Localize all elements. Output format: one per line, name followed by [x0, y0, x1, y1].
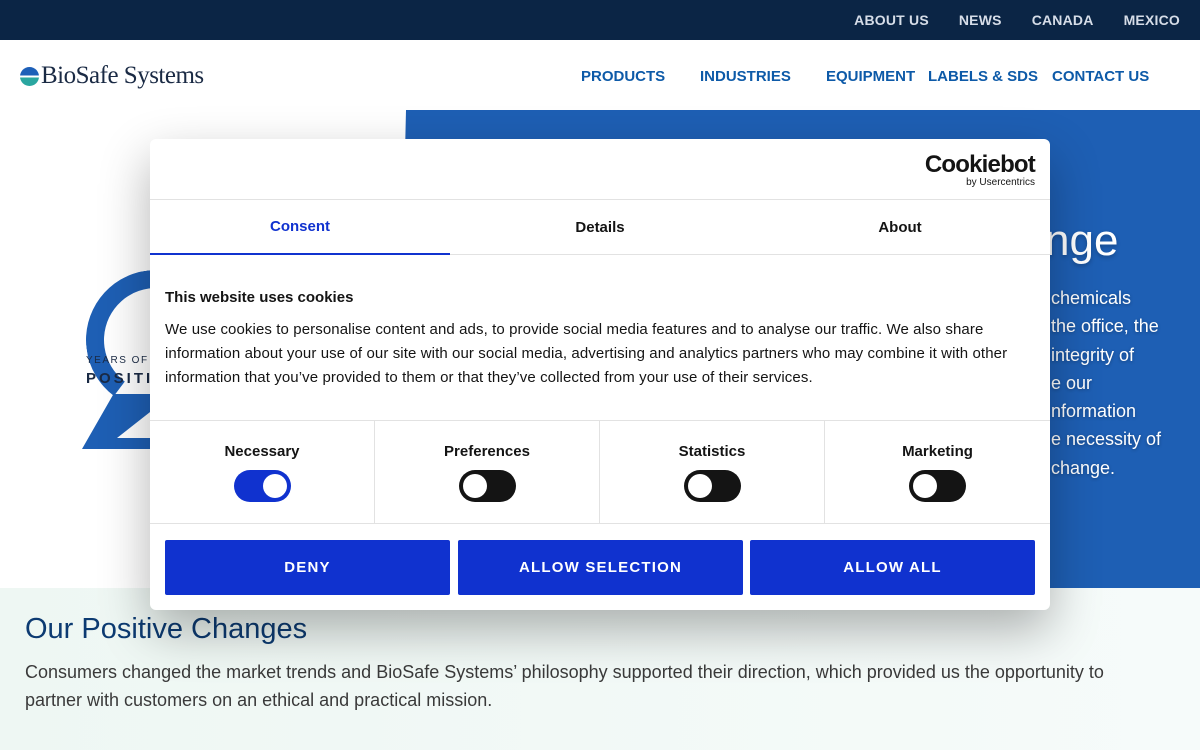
nav-equipment[interactable]: EQUIPMENT: [826, 68, 915, 85]
hero-paragraph-line: integrity of: [1051, 344, 1135, 365]
necessary-toggle[interactable]: [233, 470, 291, 502]
hero-paragraph-line: e necessity of: [1051, 429, 1162, 450]
cookiebot-brand-name: Cookiebot: [924, 151, 1036, 178]
hero-paragraph-line: chemicals: [1051, 288, 1132, 308]
statistics-toggle[interactable]: [683, 470, 741, 502]
preferences-toggle[interactable]: [458, 470, 516, 502]
tab-details[interactable]: Details: [450, 200, 750, 255]
anniversary-badge-numeral: [82, 394, 152, 449]
nav-contact-us[interactable]: CONTACT US: [1052, 68, 1149, 85]
category-necessary: Necessary: [150, 421, 375, 523]
category-label: Statistics: [678, 443, 746, 460]
category-statistics: Statistics: [600, 421, 825, 523]
cookiebot-brand-sub: by Usercentrics: [966, 177, 1035, 188]
hero-paragraph-line: nformation: [1051, 401, 1137, 422]
topbar-link-news[interactable]: NEWS: [959, 12, 1002, 28]
category-preferences: Preferences: [375, 421, 600, 523]
consent-categories: Necessary Preferences Statistics Marketi…: [150, 420, 1050, 524]
category-marketing: Marketing: [825, 421, 1050, 523]
utility-bar: ABOUT US NEWS CANADA MEXICO: [0, 0, 1200, 40]
toggle-knob: [462, 474, 487, 498]
anniversary-badge-line1: YEARS OF: [86, 355, 149, 366]
nav-products[interactable]: PRODUCTS: [581, 68, 665, 85]
hero-paragraph: chemicals the office, the integrity of e…: [1051, 284, 1191, 482]
topbar-link-canada[interactable]: CANADA: [1032, 12, 1094, 28]
hero-paragraph-line: e our: [1051, 372, 1093, 393]
allow-all-button[interactable]: ALLOW ALL: [750, 540, 1035, 595]
section-paragraph: Consumers changed the market trends and …: [25, 662, 1104, 710]
toggle-knob: [262, 474, 287, 498]
dialog-tabs: Consent Details About: [150, 199, 1050, 255]
tab-about[interactable]: About: [750, 200, 1050, 255]
toggle-knob: [687, 474, 712, 498]
anniversary-badge-line2: POSITI: [86, 370, 154, 387]
nav-industries[interactable]: INDUSTRIES: [700, 68, 791, 85]
site-header: BioSafe Systems PRODUCTS INDUSTRIES EQUI…: [0, 40, 1200, 110]
allow-selection-button[interactable]: ALLOW SELECTION: [458, 540, 743, 595]
section-heading: Our Positive Changes: [25, 613, 308, 645]
hero-paragraph-line: change.: [1051, 457, 1116, 478]
dialog-description: We use cookies to personalise content an…: [165, 321, 1008, 386]
main-nav: PRODUCTS INDUSTRIES EQUIPMENT LABELS & S…: [0, 68, 1200, 88]
cookiebot-logo: Cookiebot by Usercentrics: [924, 151, 1036, 189]
tab-consent[interactable]: Consent: [150, 200, 450, 255]
cookie-consent-dialog: Cookiebot by Usercentrics Consent Detail…: [150, 139, 1050, 610]
positive-changes-section: Our Positive Changes Consumers changed t…: [0, 588, 1200, 750]
hero-paragraph-line: the office, the: [1051, 316, 1159, 337]
dialog-title: This website uses cookies: [165, 289, 354, 306]
deny-button[interactable]: DENY: [165, 540, 450, 595]
toggle-knob: [913, 474, 937, 498]
category-label: Preferences: [444, 443, 530, 460]
marketing-toggle[interactable]: [909, 470, 966, 502]
category-label: Marketing: [902, 443, 973, 460]
category-label: Necessary: [224, 443, 300, 460]
hero-heading: nge: [1045, 216, 1119, 265]
topbar-link-about-us[interactable]: ABOUT US: [854, 12, 929, 28]
nav-labels-sds[interactable]: LABELS & SDS: [928, 68, 1038, 85]
topbar-link-mexico[interactable]: MEXICO: [1124, 12, 1180, 28]
